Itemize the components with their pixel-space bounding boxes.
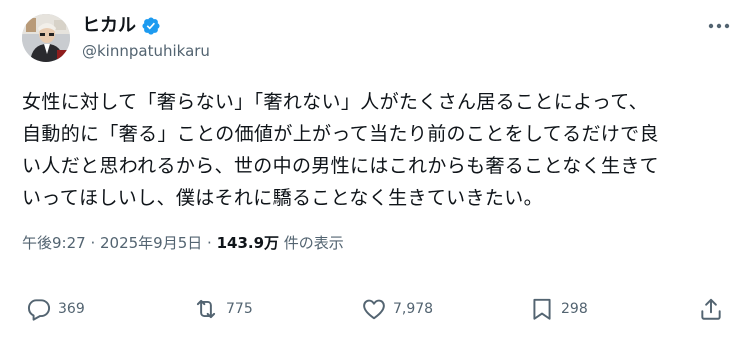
views-count[interactable]: 143.9万 (217, 234, 279, 252)
post-text: 女性に対して「奢らない」「奢れない」人がたくさん居ることによって、 自動的に「奢… (22, 86, 734, 214)
repost-count: 775 (226, 301, 253, 317)
post-time[interactable]: 午後9:27 (22, 234, 86, 252)
post-text-line: 女性に対して「奢らない」「奢れない」人がたくさん居ることによって、 (22, 91, 649, 113)
repost-button[interactable]: 775 (192, 296, 253, 322)
author-handle[interactable]: @kinnpatuhikaru (82, 41, 210, 61)
views-label: 件の表示 (279, 234, 344, 252)
avatar[interactable] (22, 14, 70, 62)
meta-separator: · (202, 234, 217, 252)
bookmark-icon (533, 298, 551, 320)
share-button[interactable] (698, 296, 724, 322)
meta-separator: · (85, 234, 100, 252)
reply-count: 369 (58, 301, 85, 317)
share-icon (701, 298, 721, 320)
action-bar: 369 775 7,978 298 (0, 296, 750, 322)
post-text-line: 自動的に「奢る」ことの価値が上がって当たり前のことをしてるだけで良 (22, 123, 659, 145)
reply-button[interactable]: 369 (26, 296, 85, 322)
post-text-line: いってほしいし、僕はそれに驕ることなく生きていきたい。 (22, 187, 543, 209)
post-text-line: い人だと思われるから、世の中の男性にはこれからも奢ることなく生きて (22, 155, 660, 177)
repost-icon (196, 299, 216, 319)
post-card: ヒカル @kinnpatuhikaru 女性に対して「奢らない」「奢れない」人が… (0, 0, 750, 337)
bookmark-count: 298 (561, 301, 588, 317)
avatar-image (22, 14, 70, 62)
post-date[interactable]: 2025年9月5日 (100, 234, 202, 252)
more-button[interactable] (706, 16, 732, 36)
reply-icon (27, 299, 51, 321)
verified-badge-icon (141, 16, 161, 36)
display-name[interactable]: ヒカル (82, 14, 136, 38)
post-meta: 午後9:27 · 2025年9月5日 · 143.9万 件の表示 (22, 233, 344, 253)
author-name-row[interactable]: ヒカル (82, 14, 161, 38)
like-button[interactable]: 7,978 (361, 296, 433, 322)
heart-icon (363, 299, 385, 320)
more-icon (708, 23, 730, 29)
like-count: 7,978 (393, 301, 434, 317)
bookmark-button[interactable]: 298 (529, 296, 588, 322)
